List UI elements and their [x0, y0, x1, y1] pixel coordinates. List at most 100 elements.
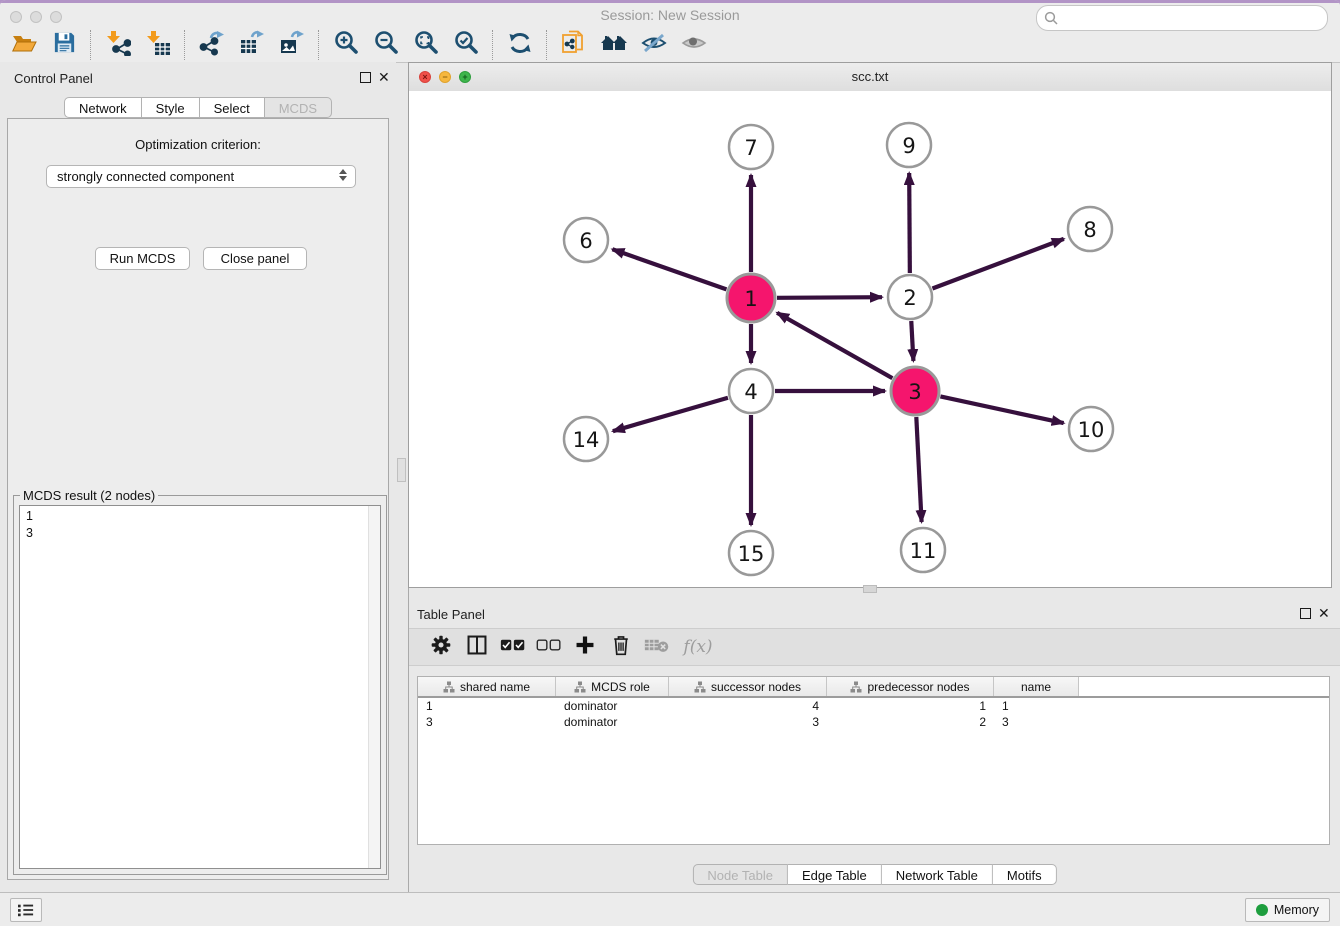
export-image-icon: [279, 30, 305, 61]
horizontal-splitter-handle[interactable]: [863, 585, 877, 593]
show-all-button[interactable]: [674, 29, 714, 61]
export-table-button[interactable]: [232, 29, 272, 61]
table-close-icon[interactable]: ✕: [1318, 605, 1330, 622]
export-network-button[interactable]: [192, 29, 232, 61]
graph-edge-3-11[interactable]: [916, 417, 921, 522]
node-table[interactable]: shared nameMCDS rolesuccessor nodesprede…: [417, 676, 1330, 845]
tab-network[interactable]: Network: [64, 97, 142, 118]
table-cell[interactable]: 1: [827, 698, 994, 714]
column-header-successor-nodes[interactable]: successor nodes: [669, 677, 827, 696]
table-float-icon[interactable]: [1300, 608, 1311, 619]
zoom-fit-button[interactable]: [406, 29, 446, 61]
search-field[interactable]: [1036, 5, 1328, 31]
toolbar-separator: [90, 30, 92, 60]
add-row-button[interactable]: [567, 631, 603, 663]
column-header-MCDS-role[interactable]: MCDS role: [556, 677, 669, 696]
table-settings-button[interactable]: [423, 631, 459, 663]
tab-select[interactable]: Select: [200, 97, 265, 118]
open-file-button[interactable]: [4, 29, 44, 61]
network-window-titlebar[interactable]: × − + scc.txt: [409, 63, 1331, 92]
network-graph[interactable]: 1 2 3 4 6 7 8 9 10 11 14 15: [409, 91, 1331, 587]
memory-button[interactable]: Memory: [1245, 898, 1330, 922]
mcds-result-title: MCDS result (2 nodes): [20, 488, 158, 503]
float-panel-icon[interactable]: [360, 72, 371, 83]
new-network-from-selection-button[interactable]: [554, 29, 594, 61]
table-cell[interactable]: dominator: [556, 714, 669, 730]
graph-node-6[interactable]: 6: [564, 218, 608, 262]
graph-edge-1-2[interactable]: [777, 297, 882, 298]
tab-mcds[interactable]: MCDS: [265, 97, 332, 118]
graph-edge-4-14[interactable]: [613, 398, 728, 431]
zoom-selected-button[interactable]: [446, 29, 486, 61]
tab-network-table[interactable]: Network Table: [882, 864, 993, 885]
close-panel-icon[interactable]: ✕: [378, 69, 390, 86]
apply-function-button[interactable]: f(x): [675, 631, 721, 663]
graph-node-15[interactable]: 15: [729, 531, 773, 575]
zoom-out-button[interactable]: [366, 29, 406, 61]
toolbar-separator: [318, 30, 320, 60]
show-columns-button[interactable]: [459, 631, 495, 663]
table-cell[interactable]: 3: [418, 714, 556, 730]
optimization-criterion-select[interactable]: strongly connected component: [46, 165, 356, 188]
graph-node-8[interactable]: 8: [1068, 207, 1112, 251]
table-cell[interactable]: 3: [669, 714, 827, 730]
network-canvas[interactable]: 1 2 3 4 6 7 8 9 10 11 14 15: [409, 91, 1331, 587]
graph-edge-3-1[interactable]: [777, 313, 892, 378]
graph-node-9[interactable]: 9: [887, 123, 931, 167]
import-network-icon: [105, 30, 131, 61]
graph-node-10[interactable]: 10: [1069, 407, 1113, 451]
first-neighbors-button[interactable]: [594, 29, 634, 61]
column-header-name[interactable]: name: [994, 677, 1079, 696]
close-panel-button[interactable]: Close panel: [203, 247, 307, 270]
refresh-button[interactable]: [500, 29, 540, 61]
tab-edge-table[interactable]: Edge Table: [788, 864, 882, 885]
control-panel-tabs: NetworkStyleSelectMCDS: [64, 97, 332, 118]
table-row[interactable]: 3dominator323: [418, 714, 1329, 730]
mcds-result-box: MCDS result (2 nodes) 1 3: [13, 495, 387, 875]
table-delete-icon: [644, 636, 670, 659]
import-network-button[interactable]: [98, 29, 138, 61]
select-all-button[interactable]: [495, 631, 531, 663]
graph-node-4[interactable]: 4: [729, 369, 773, 413]
export-image-button[interactable]: [272, 29, 312, 61]
graph-edge-2-3[interactable]: [911, 321, 913, 361]
delete-row-button[interactable]: [603, 631, 639, 663]
graph-node-1[interactable]: 1: [727, 274, 775, 322]
tab-style[interactable]: Style: [142, 97, 200, 118]
zoom-in-button[interactable]: [326, 29, 366, 61]
run-mcds-button[interactable]: Run MCDS: [95, 247, 190, 270]
graph-edge-1-6[interactable]: [612, 249, 726, 289]
table-cell[interactable]: 2: [827, 714, 994, 730]
table-cell[interactable]: 4: [669, 698, 827, 714]
column-header-predecessor-nodes[interactable]: predecessor nodes: [827, 677, 994, 696]
zoom-selected-icon: [453, 29, 480, 61]
mcds-result-area[interactable]: 1 3: [19, 505, 381, 869]
tab-node-table[interactable]: Node Table: [692, 864, 788, 885]
deselect-all-button[interactable]: [531, 631, 567, 663]
tab-motifs[interactable]: Motifs: [993, 864, 1057, 885]
save-session-button[interactable]: [44, 29, 84, 61]
delete-table-button[interactable]: [639, 631, 675, 663]
table-cell[interactable]: 1: [994, 698, 1079, 714]
import-table-button[interactable]: [138, 29, 178, 61]
graph-node-14[interactable]: 14: [564, 417, 608, 461]
table-cell[interactable]: dominator: [556, 698, 669, 714]
graph-node-11[interactable]: 11: [901, 528, 945, 572]
task-history-button[interactable]: [10, 898, 42, 922]
hide-selected-button[interactable]: [634, 29, 674, 61]
graph-node-2[interactable]: 2: [888, 275, 932, 319]
graph-node-3[interactable]: 3: [891, 367, 939, 415]
graph-edge-2-9[interactable]: [909, 173, 910, 273]
result-scrollbar[interactable]: [368, 506, 380, 868]
table-row[interactable]: 1dominator411: [418, 698, 1329, 714]
graph-edge-3-10[interactable]: [940, 396, 1063, 423]
eye-slash-icon: [640, 30, 668, 61]
graph-edge-2-8[interactable]: [932, 239, 1063, 289]
vertical-splitter-handle[interactable]: [397, 458, 406, 482]
graph-node-7[interactable]: 7: [729, 125, 773, 169]
search-input[interactable]: [1058, 9, 1327, 27]
column-header-shared-name[interactable]: shared name: [418, 677, 556, 696]
table-cell[interactable]: 1: [418, 698, 556, 714]
table-panel-header: Table Panel ✕: [409, 598, 1340, 631]
table-cell[interactable]: 3: [994, 714, 1079, 730]
